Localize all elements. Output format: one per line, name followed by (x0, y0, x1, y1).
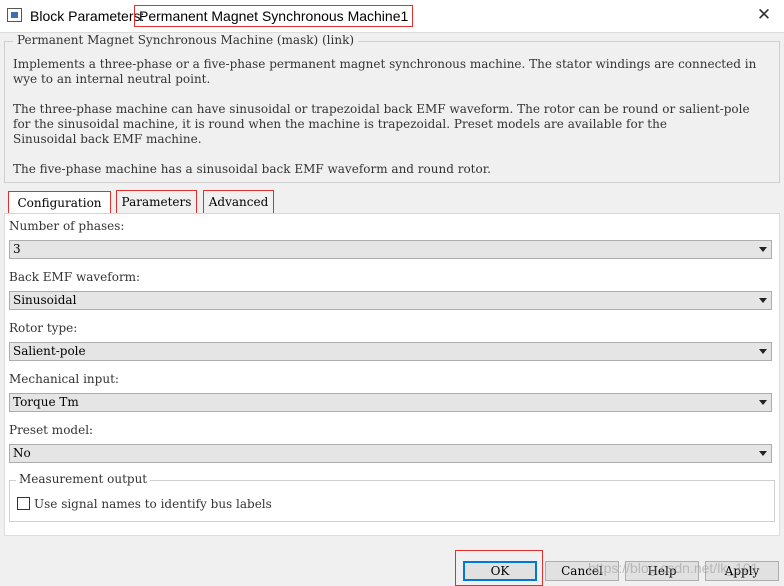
title-bar: Block Parameters: Permanent Magnet Synch… (0, 0, 784, 33)
chevron-down-icon (759, 247, 767, 252)
mech-label: Mechanical input: (9, 372, 119, 386)
chevron-down-icon (759, 298, 767, 303)
phases-label: Number of phases: (9, 219, 125, 233)
tab-parameters[interactable]: Parameters (116, 190, 197, 214)
emf-label: Back EMF waveform: (9, 270, 141, 284)
description-paragraph-2: The three-phase machine can have sinusoi… (13, 102, 769, 147)
chevron-down-icon (759, 349, 767, 354)
tab-advanced[interactable]: Advanced (203, 190, 274, 214)
bus-labels-label[interactable]: Use signal names to identify bus labels (34, 497, 272, 511)
description-line: Implements a three-phase or a five-phase… (13, 57, 757, 71)
chevron-down-icon (759, 451, 767, 456)
title-prefix: Block Parameters: (30, 8, 145, 24)
description-line: Sinusoidal back EMF machine. (13, 132, 202, 146)
phases-value: 3 (13, 242, 21, 256)
preset-select[interactable]: No (9, 444, 772, 463)
emf-select[interactable]: Sinusoidal (9, 291, 772, 310)
description-paragraph-1: Implements a three-phase or a five-phase… (13, 57, 769, 87)
mech-select[interactable]: Torque Tm (9, 393, 772, 412)
phases-select[interactable]: 3 (9, 240, 772, 259)
description-paragraph-3: The five-phase machine has a sinusoidal … (13, 162, 769, 177)
preset-label: Preset model: (9, 423, 94, 437)
measurement-legend: Measurement output (16, 472, 151, 486)
rotor-label: Rotor type: (9, 321, 78, 335)
rotor-value: Salient-pole (13, 344, 86, 358)
description-group: Permanent Magnet Synchronous Machine (ma… (4, 33, 780, 183)
rotor-select[interactable]: Salient-pole (9, 342, 772, 361)
mech-value: Torque Tm (13, 395, 79, 409)
title-block-name: Permanent Magnet Synchronous Machine1 (134, 5, 414, 27)
description-line: The five-phase machine has a sinusoidal … (13, 162, 491, 176)
chevron-down-icon (759, 400, 767, 405)
block-parameters-icon (7, 8, 22, 22)
close-icon[interactable]: ✕ (744, 0, 784, 32)
emf-value: Sinusoidal (13, 293, 77, 307)
tab-configuration[interactable]: Configuration (8, 191, 111, 215)
ok-button[interactable]: OK (463, 561, 537, 581)
watermark: https://blog.csdn.net/lk_101 (588, 560, 759, 576)
measurement-group: Measurement output Use signal names to i… (9, 472, 775, 522)
description-line: The three-phase machine can have sinusoi… (13, 102, 750, 116)
bus-labels-checkbox[interactable] (17, 497, 30, 510)
description-legend: Permanent Magnet Synchronous Machine (ma… (13, 33, 359, 47)
description-line: wye to an internal neutral point. (13, 72, 211, 86)
description-line: for the sinusoidal machine, it is round … (13, 117, 667, 131)
preset-value: No (13, 446, 31, 460)
